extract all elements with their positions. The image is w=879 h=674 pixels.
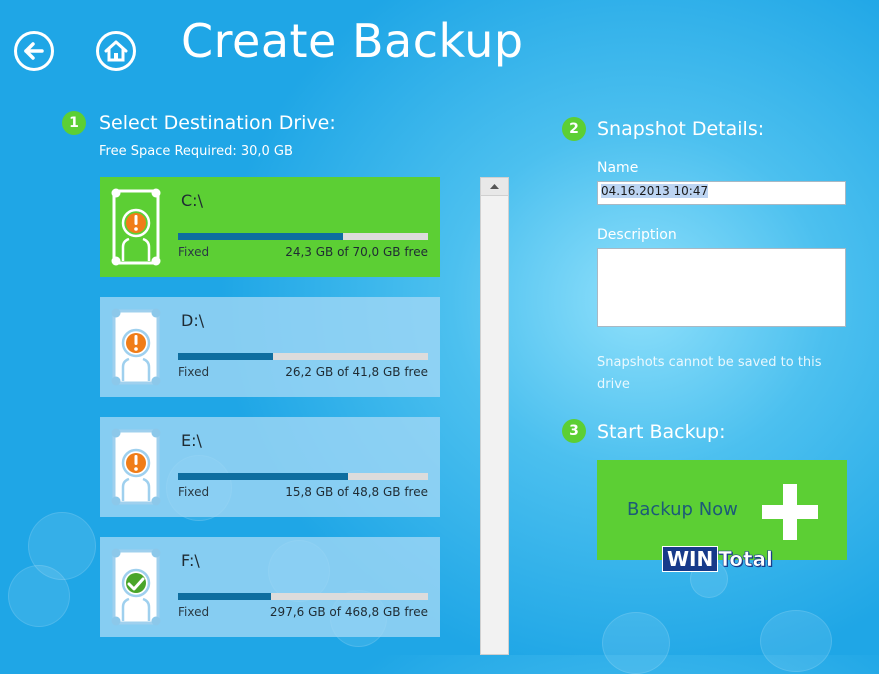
hard-drive-icon — [108, 545, 164, 629]
backup-now-button[interactable]: Backup Now — [597, 460, 847, 560]
background-bubble — [760, 610, 832, 672]
hard-drive-icon — [108, 185, 164, 269]
drive-card[interactable]: F:\ Fixed 297,6 GB of 468,8 GB free — [100, 537, 440, 637]
home-button[interactable] — [96, 31, 136, 71]
backup-now-label: Backup Now — [627, 499, 738, 520]
watermark-total: Total — [718, 547, 773, 572]
hard-drive-icon — [108, 425, 164, 509]
drive-type: Fixed — [178, 485, 210, 499]
wintotal-watermark: WIN Total — [662, 546, 773, 572]
drive-type: Fixed — [178, 605, 210, 619]
snapshot-warning: Snapshots cannot be saved to this drive — [597, 355, 822, 392]
drive-usage-bar — [178, 593, 428, 600]
drive-usage-bar — [178, 233, 428, 240]
hard-drive-icon — [108, 305, 164, 389]
drive-usage-fill — [178, 473, 348, 480]
drive-usage-bar — [178, 473, 428, 480]
drive-free-space: 26,2 GB of 41,8 GB free — [285, 365, 428, 379]
name-input-value: 04.16.2013 10:47 — [601, 184, 709, 198]
name-label: Name — [597, 160, 639, 176]
step-1-label: Select Destination Drive: — [99, 112, 336, 134]
step-1-badge: 1 — [62, 111, 86, 135]
drive-usage-fill — [178, 593, 271, 600]
drive-card[interactable]: E:\ Fixed 15,8 GB of 48,8 GB free — [100, 417, 440, 517]
watermark-win: WIN — [662, 546, 719, 572]
drive-name: C:\ — [181, 191, 203, 210]
drive-name: D:\ — [181, 311, 205, 330]
drive-free-space: 24,3 GB of 70,0 GB free — [285, 245, 428, 259]
step-3-badge: 3 — [562, 419, 586, 443]
step-2-badge: 2 — [562, 117, 586, 141]
background-bubble — [8, 565, 70, 627]
background-bubble — [602, 612, 670, 674]
description-label: Description — [597, 227, 677, 243]
scroll-up-button[interactable] — [481, 178, 508, 196]
drive-card[interactable]: C:\ Fixed 24,3 GB of 70,0 GB free — [100, 177, 440, 277]
drive-usage-fill — [178, 233, 343, 240]
back-button[interactable] — [14, 31, 54, 71]
chevron-up-icon — [490, 184, 499, 189]
description-field[interactable] — [597, 248, 846, 327]
page-title: Create Backup — [181, 14, 524, 68]
drive-card[interactable]: D:\ Fixed 26,2 GB of 41,8 GB free — [100, 297, 440, 397]
drive-usage-fill — [178, 353, 273, 360]
step-3-label: Start Backup: — [597, 421, 726, 443]
drive-name: F:\ — [181, 551, 200, 570]
drive-name: E:\ — [181, 431, 202, 450]
name-input[interactable]: 04.16.2013 10:47 — [597, 181, 846, 205]
drive-list-scrollbar[interactable] — [480, 177, 509, 655]
drive-free-space: 297,6 GB of 468,8 GB free — [269, 605, 428, 619]
drive-usage-bar — [178, 353, 428, 360]
free-space-required: Free Space Required: 30,0 GB — [99, 144, 293, 159]
home-icon — [104, 40, 128, 62]
step-2-label: Snapshot Details: — [597, 118, 765, 140]
back-arrow-icon — [24, 42, 44, 60]
drive-free-space: 15,8 GB of 48,8 GB free — [285, 485, 428, 499]
drive-type: Fixed — [178, 365, 210, 379]
drive-type: Fixed — [178, 245, 210, 259]
